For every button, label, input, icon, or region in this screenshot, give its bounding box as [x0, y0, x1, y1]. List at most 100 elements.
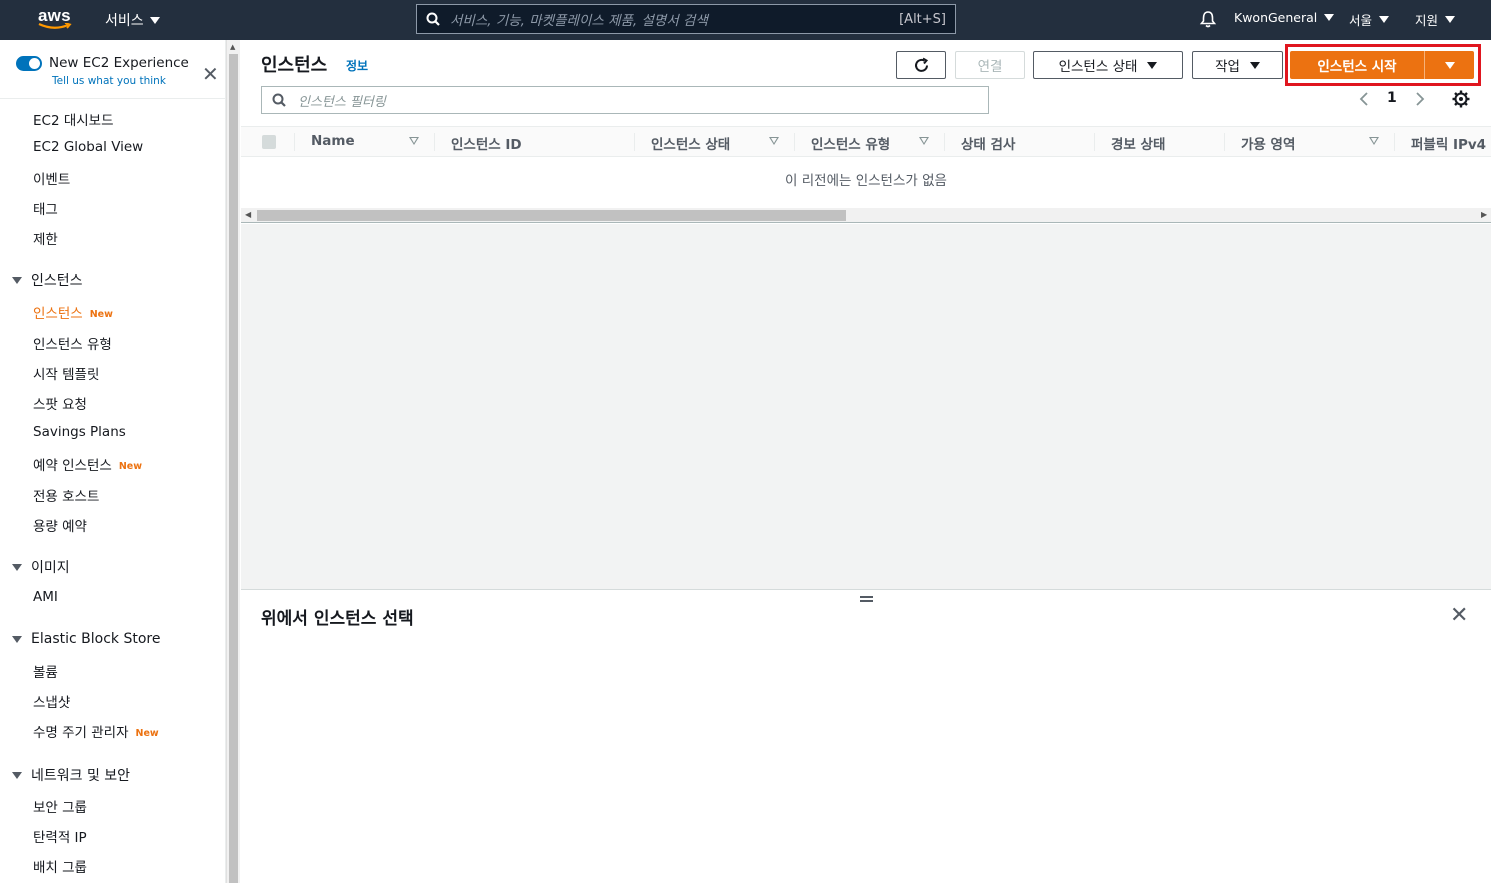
sidebar-item-lifecycle-manager[interactable]: 수명 주기 관리자 New [33, 721, 159, 741]
sidebar-item-ami[interactable]: AMI [33, 589, 58, 605]
page-number[interactable]: 1 [1387, 90, 1397, 106]
new-badge: New [135, 727, 159, 739]
sidebar-item-security-groups[interactable]: 보안 그룹 [33, 796, 87, 816]
launch-instances-dropdown[interactable] [1424, 51, 1474, 79]
account-label: KwonGeneral [1234, 10, 1318, 25]
sidebar-item-spot-requests[interactable]: 스팟 요청 [33, 393, 87, 413]
column-header-availability-zone[interactable]: 가용 영역 [1241, 133, 1295, 153]
scroll-up-icon[interactable]: ▲ [230, 43, 235, 51]
top-navigation-bar: aws 서비스 서비스, 기능, 마켓플레이스 제품, 설명서 검색 [Alt+… [0, 0, 1491, 40]
connect-button[interactable]: 연결 [955, 51, 1025, 79]
instance-state-button[interactable]: 인스턴스 상태 [1033, 51, 1183, 79]
scroll-left-icon[interactable]: ◀ [245, 210, 251, 219]
column-header-name[interactable]: Name [311, 133, 355, 149]
sidebar-item-savings-plans[interactable]: Savings Plans [33, 424, 126, 440]
search-icon [426, 12, 440, 26]
new-experience-label: New EC2 Experience [49, 55, 189, 71]
new-experience-toggle[interactable] [16, 56, 42, 71]
sidebar-item-tags[interactable]: 태그 [33, 198, 58, 218]
column-header-instance-id[interactable]: 인스턴스 ID [451, 133, 522, 153]
launch-instances-button[interactable]: 인스턴스 시작 [1290, 51, 1424, 79]
chevron-down-icon [1147, 61, 1158, 69]
refresh-button[interactable] [896, 51, 946, 79]
new-badge: New [118, 460, 142, 472]
sidebar-scrollbar[interactable]: ▲ [226, 40, 240, 883]
account-menu[interactable]: KwonGeneral [1234, 10, 1335, 25]
sidebar-item-instances[interactable]: 인스턴스 New [33, 302, 113, 322]
sort-icon[interactable] [919, 137, 929, 145]
sidebar-group-label: 이미지 [31, 560, 70, 576]
sidebar-group-images[interactable]: 이미지 [12, 557, 70, 577]
column-header-alarm-status[interactable]: 경보 상태 [1111, 133, 1165, 153]
sort-icon[interactable] [769, 137, 779, 145]
filter-placeholder: 인스턴스 필터링 [298, 94, 386, 110]
global-search-input[interactable]: 서비스, 기능, 마켓플레이스 제품, 설명서 검색 [Alt+S] [416, 4, 956, 34]
sidebar-item-elastic-ips[interactable]: 탄력적 IP [33, 826, 87, 846]
close-icon[interactable]: ✕ [1450, 605, 1468, 627]
sidebar-group-network-security[interactable]: 네트워크 및 보안 [12, 765, 130, 785]
close-icon[interactable]: ✕ [202, 64, 219, 84]
column-header-public-ipv4-dns[interactable]: 퍼블릭 IPv4 DNS [1411, 133, 1491, 153]
support-menu[interactable]: 지원 [1415, 10, 1456, 29]
feedback-link[interactable]: Tell us what you think [52, 75, 166, 87]
caret-down-icon [12, 771, 22, 779]
caret-down-icon [12, 563, 22, 571]
sidebar-item-reserved-instances[interactable]: 예약 인스턴스 New [33, 454, 142, 474]
column-header-instance-type[interactable]: 인스턴스 유형 [811, 133, 890, 153]
sidebar-item-capacity-reservations[interactable]: 용량 예약 [33, 515, 87, 535]
sidebar-group-label: Elastic Block Store [31, 631, 161, 647]
aws-smile-icon [38, 23, 72, 29]
services-menu[interactable]: 서비스 [105, 10, 160, 30]
chevron-right-icon[interactable] [1415, 91, 1425, 107]
launch-instances-label: 인스턴스 시작 [1317, 59, 1397, 75]
main-content: 인스턴스 정보 연결 인스턴스 상태 작업 인스턴스 시작 인스턴스 필터링 1 [241, 40, 1491, 883]
scrollbar-thumb[interactable] [257, 210, 846, 221]
column-header-instance-state[interactable]: 인스턴스 상태 [651, 133, 730, 153]
sidebar-item-volumes[interactable]: 볼륨 [33, 661, 58, 681]
select-all-checkbox[interactable] [262, 135, 276, 149]
sort-icon[interactable] [1369, 137, 1379, 145]
chevron-left-icon[interactable] [1359, 91, 1369, 107]
split-panel-divider [241, 589, 1491, 590]
sidebar-group-label: 네트워크 및 보안 [31, 768, 131, 784]
sidebar-group-instances[interactable]: 인스턴스 [12, 270, 83, 290]
sidebar-group-ebs[interactable]: Elastic Block Store [12, 631, 160, 647]
actions-button[interactable]: 작업 [1192, 51, 1283, 79]
sidebar-item-placement-groups[interactable]: 배치 그룹 [33, 856, 87, 876]
scrollbar-thumb[interactable] [229, 54, 238, 883]
region-menu[interactable]: 서울 [1349, 10, 1390, 29]
sidebar-item-snapshots[interactable]: 스냅샷 [33, 691, 70, 711]
info-link[interactable]: 정보 [346, 57, 368, 74]
sidebar-item-ec2-dashboard[interactable]: EC2 대시보드 [33, 109, 114, 129]
caret-down-icon [12, 635, 22, 643]
column-divider [944, 133, 945, 151]
sidebar-item-launch-templates[interactable]: 시작 템플릿 [33, 363, 99, 383]
sidebar-item-limits[interactable]: 제한 [33, 228, 58, 248]
column-header-status-check[interactable]: 상태 검사 [961, 133, 1015, 153]
column-divider [794, 133, 795, 151]
sidebar-item-label: 인스턴스 [33, 306, 83, 322]
sidebar-item-global-view[interactable]: EC2 Global View [33, 139, 143, 155]
gear-icon[interactable] [1452, 90, 1470, 108]
instance-filter-input[interactable]: 인스턴스 필터링 [261, 86, 989, 114]
resize-handle-icon[interactable] [860, 596, 873, 602]
column-divider [1224, 133, 1225, 151]
sidebar-group-label: 인스턴스 [31, 273, 83, 289]
table-header: Name 인스턴스 ID 인스턴스 상태 인스턴스 유형 상태 검사 경보 상태… [241, 126, 1491, 157]
sidebar-item-events[interactable]: 이벤트 [33, 168, 70, 188]
column-divider [294, 133, 295, 151]
sort-icon[interactable] [409, 137, 419, 145]
sidebar-item-dedicated-hosts[interactable]: 전용 호스트 [33, 485, 99, 505]
instance-state-label: 인스턴스 상태 [1058, 59, 1138, 75]
sidebar-divider [0, 98, 225, 99]
chevron-down-icon [1324, 14, 1335, 21]
bell-icon[interactable] [1199, 10, 1217, 28]
table-horizontal-scrollbar[interactable]: ◀ ▶ [241, 208, 1491, 223]
scroll-right-icon[interactable]: ▶ [1481, 210, 1487, 219]
page-title: 인스턴스 [261, 55, 328, 76]
sidebar-item-instance-types[interactable]: 인스턴스 유형 [33, 333, 112, 353]
column-header-clip: 퍼블릭 IPv4 DNS [1411, 127, 1491, 158]
sidebar-item-label: 수명 주기 관리자 [33, 725, 129, 741]
aws-logo[interactable]: aws [38, 6, 72, 34]
chevron-down-icon [1444, 61, 1455, 69]
